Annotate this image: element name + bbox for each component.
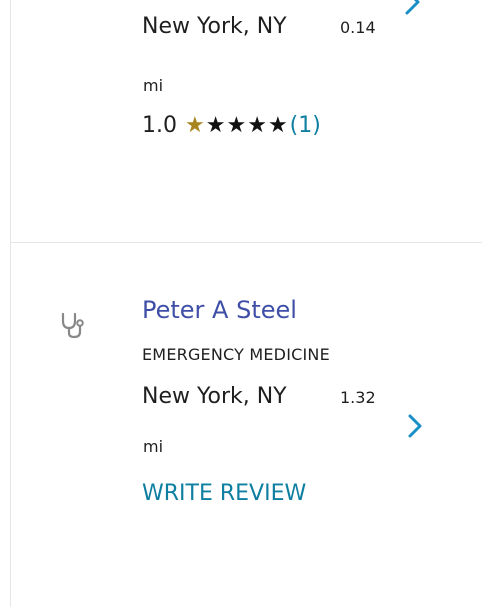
star-empty-icon: ★ — [247, 113, 267, 138]
review-count-link[interactable]: (1) — [290, 108, 321, 144]
search-results-page: New York, NY 0.14 mi 1.0 ★ ★ ★ ★ ★ (1) P… — [0, 0, 482, 607]
result-location: New York, NY — [142, 384, 287, 409]
write-review-link[interactable]: WRITE REVIEW — [142, 477, 306, 511]
star-filled-icon: ★ — [185, 113, 205, 138]
result-divider — [10, 242, 482, 243]
stethoscope-icon — [61, 312, 84, 339]
rating-score: 1.0 — [142, 113, 177, 138]
result-distance-unit: mi — [143, 76, 164, 95]
result-distance: 1.32 — [340, 388, 376, 407]
star-empty-icon: ★ — [267, 113, 288, 138]
chevron-right-icon[interactable] — [404, 0, 422, 16]
result-location: New York, NY — [142, 14, 287, 39]
result-distance-unit: mi — [143, 437, 164, 456]
star-empty-icon: ★ — [205, 113, 226, 138]
star-empty-icon: ★ — [226, 113, 247, 138]
chevron-right-icon[interactable] — [406, 412, 424, 440]
doctor-specialty: EMERGENCY MEDICINE — [142, 345, 330, 364]
result-distance: 0.14 — [340, 18, 376, 37]
rating-row: 1.0 ★ ★ ★ ★ ★ (1) — [142, 108, 321, 144]
doctor-name-link[interactable]: Peter A Steel — [142, 292, 297, 328]
left-border — [10, 0, 11, 607]
